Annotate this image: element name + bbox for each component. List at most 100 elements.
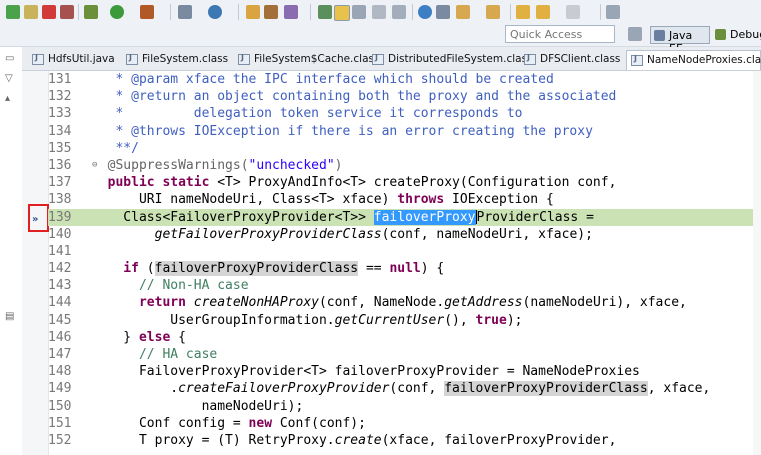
code-token: nameNodeUri);	[92, 398, 304, 414]
code-token: (),	[444, 312, 476, 328]
class-file-icon	[631, 54, 643, 66]
code-line[interactable]: 143 // Non-HA case	[48, 277, 761, 294]
code-line[interactable]: 140 getFailoverProxyProviderClass(conf, …	[48, 226, 761, 243]
code-lines[interactable]: 131 * @param xface the IPC interface whi…	[48, 71, 761, 449]
tab-distributedfilesystem[interactable]: DistributedFileSystem.class	[368, 50, 533, 70]
web-browser-icon[interactable]	[208, 5, 222, 19]
line-number: 134	[48, 123, 72, 139]
terminate-icon[interactable]	[42, 5, 56, 19]
line-number: 135	[48, 140, 72, 156]
code-line[interactable]: 138 URI nameNodeUri, Class<T> xface) thr…	[48, 191, 761, 208]
pin-icon[interactable]	[606, 5, 620, 19]
debug-icon[interactable]	[84, 5, 98, 19]
chevron-down-icon[interactable]: ▽	[5, 73, 13, 84]
code-token: new	[248, 415, 273, 431]
perspective-java-ee[interactable]: Java EE	[650, 26, 710, 55]
vertical-scrollbar[interactable]	[753, 71, 761, 455]
code-line[interactable]: 146 } else {	[48, 329, 761, 346]
show-whitespace-icon[interactable]	[352, 5, 366, 19]
line-number: 151	[48, 415, 72, 431]
quick-access-input[interactable]	[505, 25, 615, 43]
tab-label: DistributedFileSystem.class	[388, 53, 533, 65]
code-line[interactable]: 147 // HA case	[48, 346, 761, 363]
code-line[interactable]: 144 return createNonHAProxy(conf, NameNo…	[48, 294, 761, 311]
code-line[interactable]: 139 Class<FailoverProxyProvider<T>> fail…	[48, 208, 761, 226]
format-icon[interactable]	[436, 5, 450, 19]
search-icon[interactable]	[284, 5, 298, 19]
previous-annotation-icon[interactable]	[486, 5, 500, 19]
code-token: );	[506, 312, 523, 328]
line-number: 132	[48, 89, 72, 105]
resume-icon[interactable]	[6, 5, 20, 19]
highlight-occurrences-icon[interactable]	[334, 5, 350, 21]
code-line[interactable]: 134 * @throws IOException if there is an…	[48, 123, 761, 140]
code-line[interactable]: 145 UserGroupInformation.getCurrentUser(…	[48, 312, 761, 329]
code-token: getAddress	[444, 295, 523, 311]
tab-namenodeproxies[interactable]: NameNodeProxies.class	[626, 50, 761, 70]
code-token: create	[334, 432, 382, 448]
run-icon[interactable]	[110, 5, 124, 19]
code-token: if	[92, 261, 139, 277]
code-line[interactable]: 142 if (failoverProxyProviderClass == nu…	[48, 260, 761, 277]
code-token: )	[334, 157, 343, 173]
scroll-up-icon[interactable]: ▴	[5, 93, 10, 104]
code-line[interactable]: 149 .createFailoverProxyProvider(conf, f…	[48, 380, 761, 397]
code-token: @SuppressWarnings(	[92, 157, 249, 173]
code-line[interactable]: 133 * delegation token service it corres…	[48, 105, 761, 122]
selected-text: failoverProxy	[373, 209, 476, 225]
tab-hdfsutil[interactable]: HdfsUtil.java	[28, 50, 120, 70]
disconnect-icon[interactable]	[60, 5, 74, 19]
line-number: 131	[48, 72, 72, 87]
minimize-icon[interactable]: ▭	[5, 53, 14, 64]
open-type-icon[interactable]	[246, 5, 260, 19]
code-token: * @throws IOException if there is an err…	[92, 123, 593, 139]
code-line[interactable]: 135 **/	[48, 140, 761, 157]
editor-gutter[interactable]	[22, 71, 49, 455]
occurrence-highlight: failoverProxyProviderClass	[444, 381, 648, 397]
next-annotation-icon[interactable]	[456, 5, 470, 19]
word-wrap-icon[interactable]	[392, 5, 406, 19]
tab-dfsclient[interactable]: DFSClient.class	[520, 50, 624, 70]
tab-label: DFSClient.class	[540, 53, 621, 65]
back-icon[interactable]	[536, 5, 550, 19]
code-token: (	[138, 261, 155, 277]
code-token: else	[138, 329, 171, 345]
code-token: Class<FailoverProxyProvider<T>>	[92, 209, 374, 225]
open-task-icon[interactable]	[264, 5, 278, 19]
suspend-icon[interactable]	[24, 5, 38, 19]
code-token: // Non-HA case	[92, 278, 249, 294]
external-tools-icon[interactable]	[140, 5, 154, 19]
code-line[interactable]: 152 T proxy = (T) RetryProxy.create(xfac…	[48, 432, 761, 449]
code-line[interactable]: 151 Conf config = new Conf(conf);	[48, 415, 761, 432]
current-instruction-icon[interactable]: »	[32, 214, 38, 225]
perspective-debug[interactable]: Debug	[712, 26, 761, 44]
code-token: ProviderClass =	[476, 209, 594, 225]
occurrence-highlight: failoverProxyProviderClass	[154, 261, 359, 277]
tab-filesystem[interactable]: FileSystem.class	[122, 50, 232, 70]
code-line[interactable]: 136 ⊖ @SuppressWarnings("unchecked")	[48, 157, 761, 174]
code-line[interactable]: 141	[48, 243, 761, 260]
fold-toggle-icon[interactable]: ⊖	[92, 157, 97, 174]
new-server-icon[interactable]	[178, 5, 192, 19]
outline-icon[interactable]: ▤	[5, 311, 14, 322]
line-number: 150	[48, 398, 72, 414]
code-line[interactable]: 131 * @param xface the IPC interface whi…	[48, 71, 761, 88]
code-editor[interactable]: » 131 * @param xface the IPC interface w…	[22, 71, 761, 455]
last-edit-icon[interactable]	[516, 5, 530, 19]
block-selection-icon[interactable]	[372, 5, 386, 19]
code-line[interactable]: 148 FailoverProxyProvider<T> failoverPro…	[48, 363, 761, 380]
code-token: * delegation token service it correspond…	[92, 106, 523, 122]
tab-filesystem-cache[interactable]: FileSystem$Cache.class	[234, 50, 379, 70]
line-number: 137	[48, 175, 72, 191]
line-number: 145	[48, 312, 72, 328]
toggle-markers-icon[interactable]	[318, 5, 332, 19]
code-line[interactable]: 137 public static <T> ProxyAndInfo<T> cr…	[48, 174, 761, 191]
tab-label: FileSystem.class	[142, 53, 229, 65]
code-token: {	[170, 329, 186, 345]
forward-icon[interactable]	[566, 5, 580, 19]
globe-icon[interactable]	[418, 5, 432, 19]
code-line[interactable]: 132 * @return an object containing both …	[48, 88, 761, 105]
open-perspective-icon[interactable]	[628, 27, 642, 41]
code-line[interactable]: 150 nameNodeUri);	[48, 398, 761, 415]
